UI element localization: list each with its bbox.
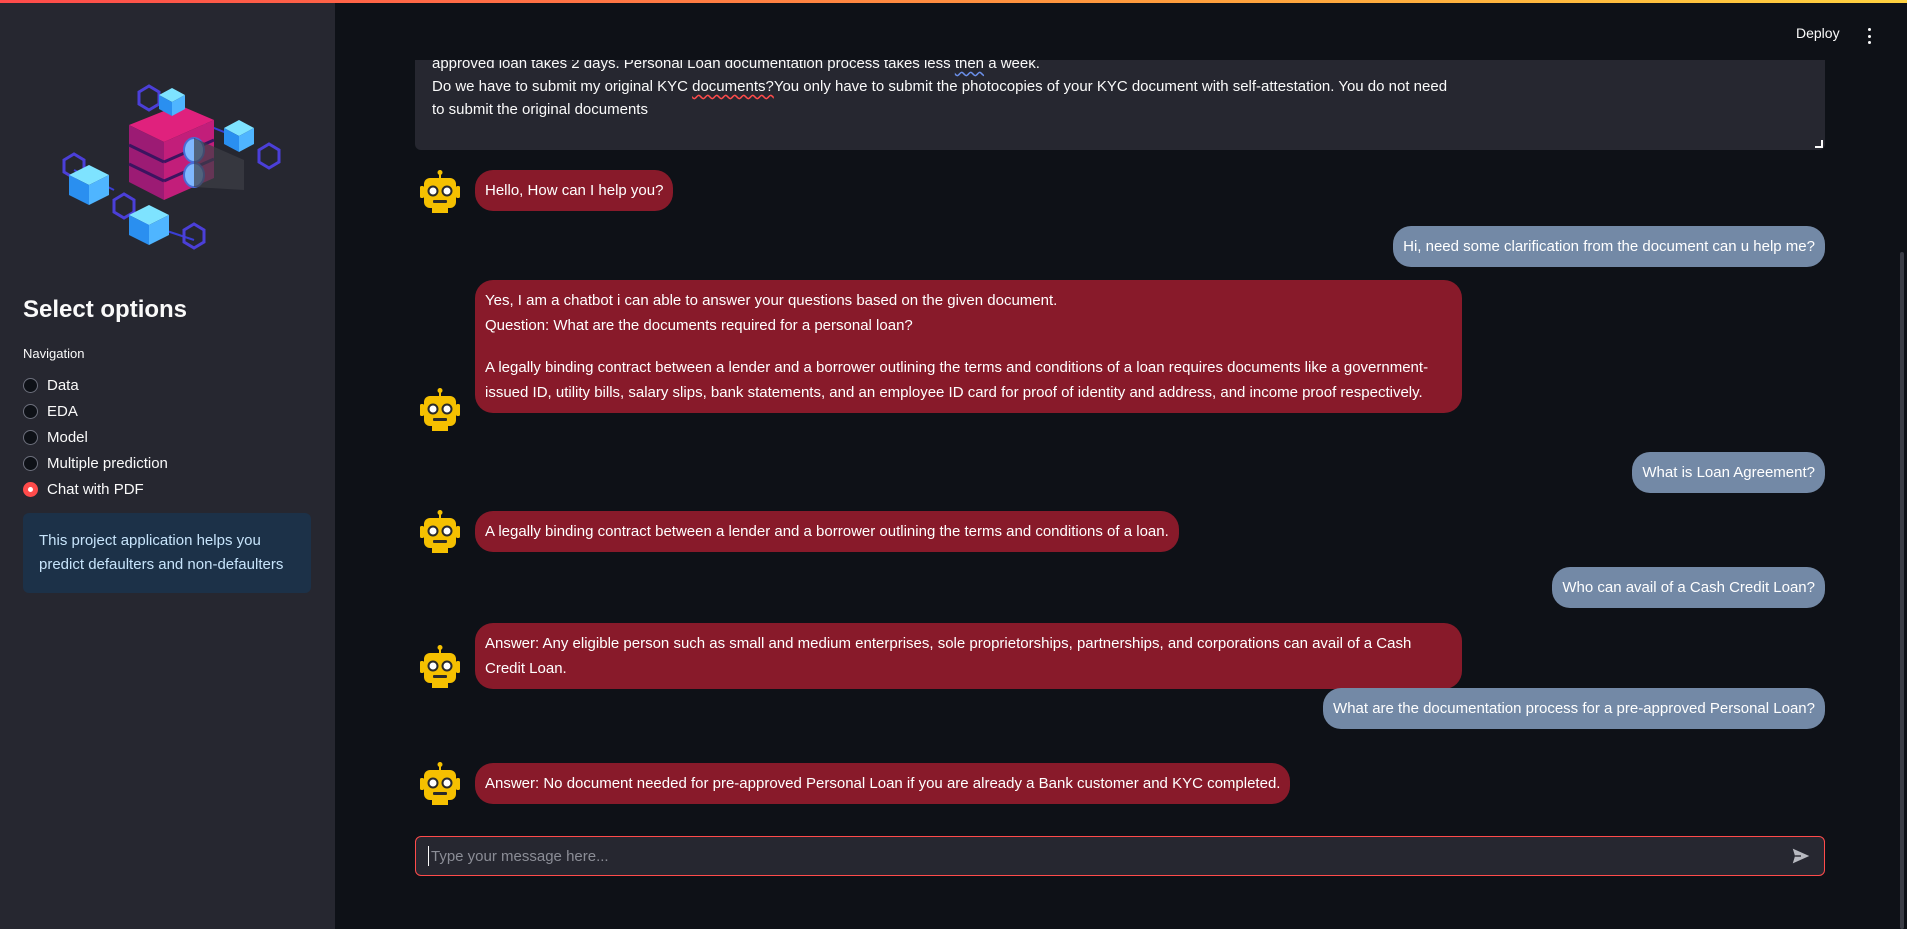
resize-handle-icon[interactable]: [1815, 140, 1823, 148]
bot-message: Answer: Any eligible person such as smal…: [475, 623, 1462, 689]
nav-option-data[interactable]: Data: [23, 372, 168, 398]
bot-message-line: Yes, I am a chatbot i can able to answer…: [485, 292, 1058, 334]
sidebar-title: Select options: [23, 296, 188, 323]
nav-option-multiple-prediction[interactable]: Multiple prediction: [23, 450, 168, 476]
scrollbar[interactable]: [1900, 252, 1904, 929]
radio-unchecked-icon[interactable]: [23, 429, 38, 445]
bot-message: Answer: No document needed for pre-appro…: [475, 763, 1291, 804]
nav-option-model[interactable]: Model: [23, 424, 168, 450]
sidebar: Select options Navigation Data EDA Model…: [0, 0, 335, 929]
bot-message-line: A legally binding contract between a len…: [485, 359, 1429, 401]
nav-option-label: Multiple prediction: [47, 454, 168, 472]
nav-option-eda[interactable]: EDA: [23, 398, 168, 424]
radio-unchecked-icon[interactable]: [23, 455, 38, 471]
send-icon[interactable]: [1790, 845, 1812, 867]
user-message: What are the documentation process for a…: [1323, 688, 1825, 729]
bot-message: Yes, I am a chatbot i can able to answer…: [475, 280, 1462, 413]
user-message: Who can avail of a Cash Credit Loan?: [1552, 567, 1825, 608]
radio-unchecked-icon[interactable]: [23, 403, 38, 419]
top-decoration-bar: [0, 0, 1907, 3]
document-line: to submit the original documents: [432, 101, 648, 118]
document-line: approved loan takes 2 days. Personal Loa…: [432, 60, 1040, 72]
isometric-servers-cubes-icon: [62, 84, 281, 250]
nav-option-chat-with-pdf[interactable]: Chat with PDF: [23, 476, 168, 502]
chat-input-container: [415, 836, 1825, 876]
bot-message: Hello, How can I help you?: [475, 170, 674, 211]
chat-input[interactable]: [428, 846, 1790, 866]
robot-face-icon: [420, 170, 460, 213]
user-message: Hi, need some clarification from the doc…: [1393, 226, 1825, 267]
document-line: Do we have to submit my original KYC doc…: [432, 78, 1448, 95]
nav-option-label: EDA: [47, 402, 78, 420]
navigation-label: Navigation: [23, 346, 85, 361]
robot-face-icon: [420, 388, 460, 431]
user-message: What is Loan Agreement?: [1632, 452, 1825, 493]
robot-face-icon: [420, 510, 460, 553]
radio-unchecked-icon[interactable]: [23, 377, 38, 393]
robot-face-icon: [420, 762, 460, 805]
robot-face-icon: [420, 645, 460, 688]
nav-option-label: Chat with PDF: [47, 480, 144, 498]
radio-checked-icon[interactable]: [23, 481, 38, 497]
bot-message: A legally binding contract between a len…: [475, 511, 1179, 552]
main-menu-icon[interactable]: [1864, 25, 1874, 47]
info-box: This project application helps you predi…: [23, 513, 311, 593]
document-text-area[interactable]: approved loan takes 2 days. Personal Loa…: [415, 60, 1825, 150]
deploy-button[interactable]: Deploy: [1796, 25, 1840, 41]
navigation-radio-group: Data EDA Model Multiple prediction Chat …: [23, 372, 168, 502]
nav-option-label: Data: [47, 376, 79, 394]
nav-option-label: Model: [47, 428, 88, 446]
